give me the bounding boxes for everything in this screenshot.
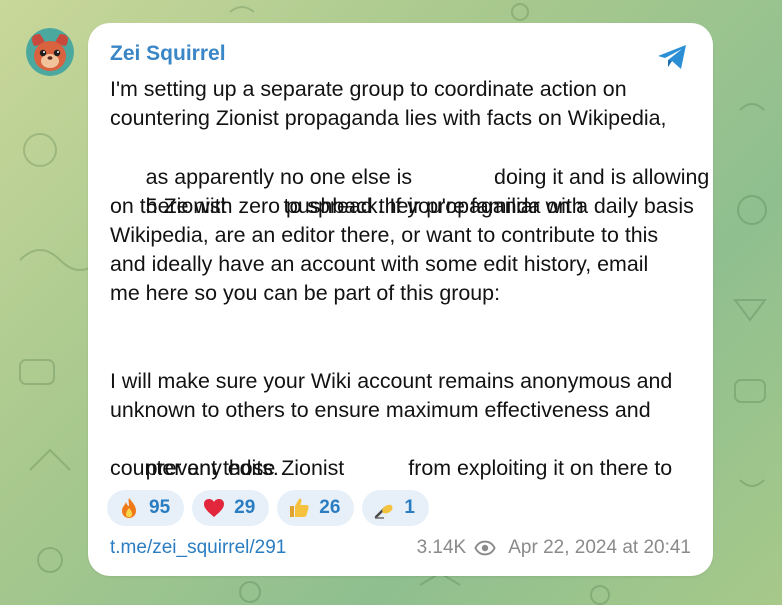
message-fragment: doing it and is allowing bbox=[494, 164, 710, 189]
reactions-bar: 95 29 26 1 bbox=[107, 490, 429, 526]
writing-hand-icon bbox=[372, 496, 396, 520]
message-line: prevent those Zionist from exploiting it … bbox=[110, 425, 695, 480]
fire-icon bbox=[117, 496, 141, 520]
post-link[interactable]: t.me/zei_squirrel/291 bbox=[110, 537, 286, 559]
telegram-channel-screenshot: { "post": { "sender": "Zei Squirrel", "l… bbox=[0, 0, 782, 605]
message-line: I will make sure your Wiki account remai… bbox=[110, 368, 673, 393]
message-line: countering Zionist propaganda lies with … bbox=[110, 106, 667, 131]
message-fragment: from exploiting it on there to bbox=[408, 456, 673, 481]
message-line: I'm setting up a separate group to coord… bbox=[110, 77, 627, 101]
heart-icon bbox=[202, 496, 226, 520]
thumbs-up-icon bbox=[287, 496, 311, 520]
message-line: me here so you can be part of this group… bbox=[110, 281, 501, 306]
reaction-heart[interactable]: 29 bbox=[192, 490, 270, 526]
message-fragment: as apparently no one else is bbox=[145, 164, 413, 189]
message-line: as apparently no one else is doing it and… bbox=[110, 133, 710, 189]
reaction-count: 29 bbox=[234, 497, 256, 518]
reaction-count: 26 bbox=[319, 497, 341, 518]
post-timestamp: Apr 22, 2024 at 20:41 bbox=[508, 537, 691, 558]
message-line: and ideally have an account with some ed… bbox=[110, 252, 649, 277]
view-count: 3.14K bbox=[416, 537, 467, 558]
squirrel-avatar-icon bbox=[26, 28, 74, 76]
post-meta: 3.14K Apr 22, 2024 at 20:41 bbox=[417, 537, 691, 559]
reaction-fire[interactable]: 95 bbox=[107, 490, 185, 526]
channel-avatar[interactable] bbox=[26, 28, 74, 76]
message-text: I'm setting up a separate group to coord… bbox=[110, 75, 710, 484]
message-bubble: Zei Squirrel I'm setting up a separate g… bbox=[88, 23, 713, 576]
reaction-thumbs-up[interactable]: 26 bbox=[277, 490, 355, 526]
message-line: Wikipedia, are an editor there, or want … bbox=[110, 222, 659, 247]
reaction-writing-hand[interactable]: 1 bbox=[362, 490, 429, 526]
sender-name[interactable]: Zei Squirrel bbox=[110, 42, 226, 66]
eye-icon bbox=[474, 540, 496, 556]
message-line: unknown to others to ensure maximum effe… bbox=[110, 398, 651, 423]
reaction-count: 95 bbox=[149, 497, 171, 518]
telegram-icon[interactable] bbox=[655, 39, 691, 75]
reaction-count: 1 bbox=[404, 497, 415, 518]
